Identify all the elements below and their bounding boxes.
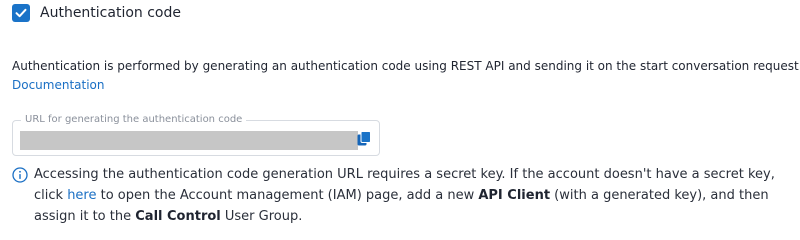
auth-url-field[interactable]: URL for generating the authentication co… <box>12 114 380 156</box>
call-control-term: Call Control <box>135 209 221 224</box>
documentation-link[interactable]: Documentation <box>12 76 800 95</box>
info-note-text: Accessing the authentication code genera… <box>34 164 794 227</box>
authentication-settings-panel: Authentication code Authentication is pe… <box>0 0 800 240</box>
secret-key-info-note: Accessing the authentication code genera… <box>12 164 798 227</box>
auth-url-redacted-value <box>20 131 358 150</box>
checkmark-icon <box>15 8 27 18</box>
description-text: Authentication is performed by generatin… <box>12 59 800 73</box>
auth-url-field-label: URL for generating the authentication co… <box>21 114 247 126</box>
info-icon <box>12 167 28 183</box>
info-text-part4: User Group. <box>220 209 303 224</box>
iam-here-link[interactable]: here <box>67 188 96 203</box>
api-client-term: API Client <box>478 188 551 203</box>
info-text-part2: to open the Account management (IAM) pag… <box>96 188 479 203</box>
authentication-description: Authentication is performed by generatin… <box>12 57 800 95</box>
authentication-code-option[interactable]: Authentication code <box>12 3 181 23</box>
copy-icon[interactable] <box>357 131 371 147</box>
authentication-code-checkbox[interactable] <box>12 4 30 22</box>
authentication-code-label: Authentication code <box>40 5 181 21</box>
